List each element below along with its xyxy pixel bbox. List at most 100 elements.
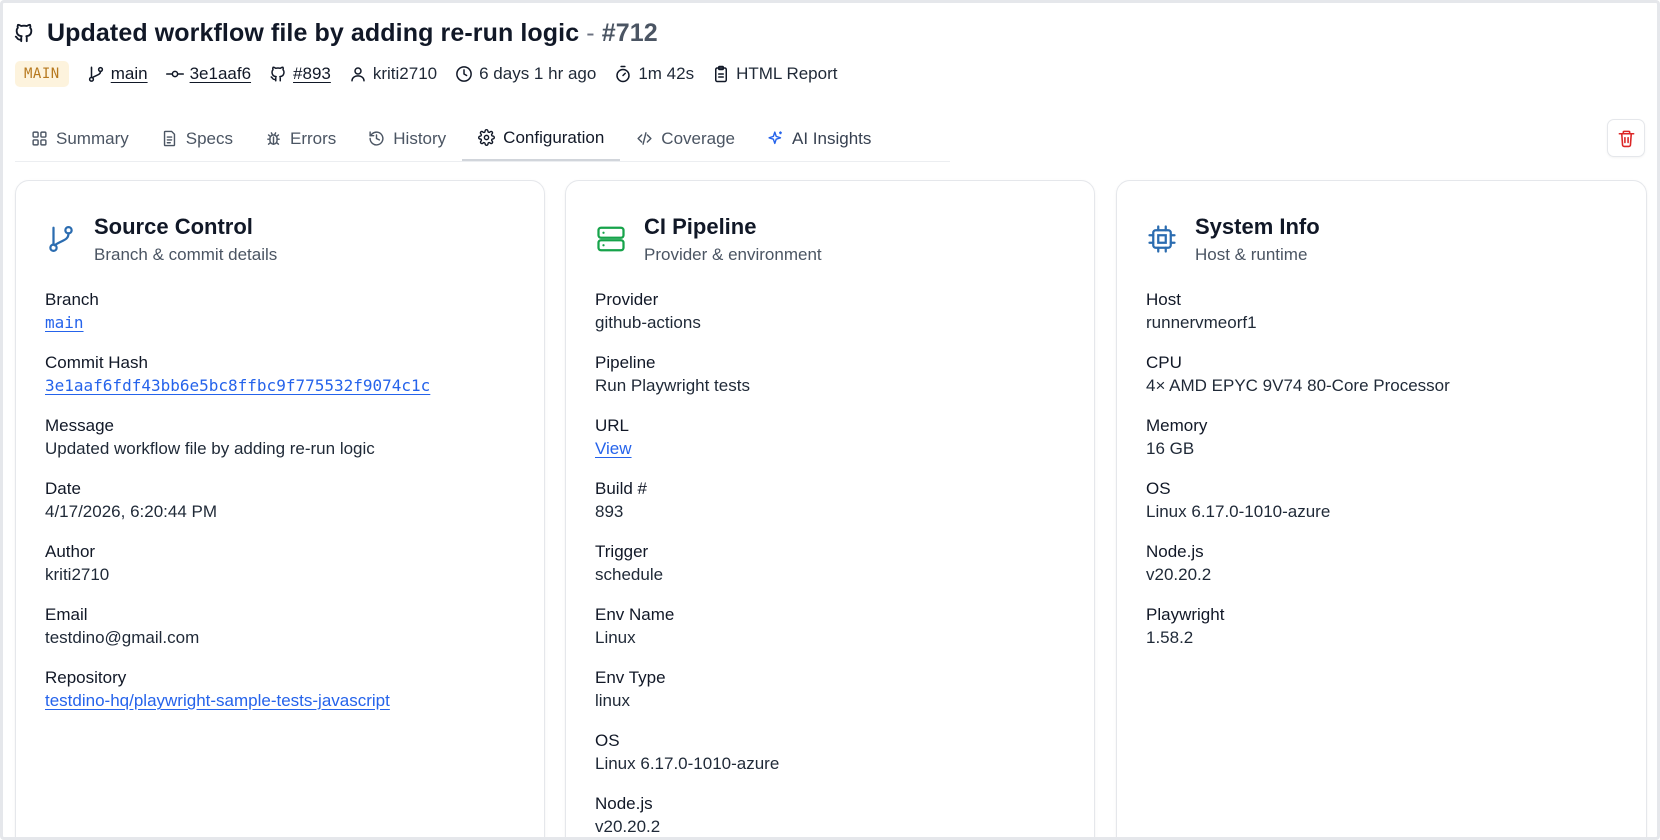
git-commit-icon	[165, 65, 184, 83]
field-value: 3e1aaf6fdf43bb6e5bc8ffbc9f775532f9074c1c	[45, 374, 524, 398]
tab-label: Coverage	[661, 128, 736, 148]
field-list: Host runnervmeorf1 CPU 4× AMD EPYC 9V74 …	[1146, 289, 1626, 667]
field-value: testdino@gmail.com	[45, 628, 200, 647]
meta-branch: main	[87, 64, 148, 84]
bug-icon	[265, 130, 282, 147]
run-number: #712	[601, 18, 658, 47]
meta-build: #893	[269, 64, 331, 84]
tab-coverage[interactable]: Coverage	[620, 116, 751, 161]
meta-commit: 3e1aaf6	[165, 64, 251, 84]
field-label: Trigger	[595, 542, 649, 561]
commit-link[interactable]: 3e1aaf6	[190, 64, 251, 84]
tab-specs[interactable]: Specs	[145, 116, 249, 161]
tab-label: Summary	[56, 128, 129, 148]
field-email: Email testdino@gmail.com	[45, 604, 524, 667]
branch-value-link[interactable]: main	[45, 313, 84, 332]
field-branch: Branch main	[45, 289, 524, 352]
meta-report[interactable]: HTML Report	[712, 64, 837, 84]
field-repository: Repository testdino-hq/playwright-sample…	[45, 667, 524, 730]
field-value: Linux 6.17.0-1010-azure	[1146, 502, 1331, 521]
field-value: main	[45, 311, 524, 335]
field-label: Pipeline	[595, 353, 656, 372]
tab-errors[interactable]: Errors	[249, 116, 352, 161]
delete-button[interactable]	[1607, 119, 1645, 157]
ci-pipeline-card: CI Pipeline Provider & environment Provi…	[565, 180, 1095, 837]
field-playwright: Playwright 1.58.2	[1146, 604, 1626, 667]
field-value: runnervmeorf1	[1146, 313, 1257, 332]
field-value: 4× AMD EPYC 9V74 80-Core Processor	[1146, 376, 1450, 395]
field-provider: Provider github-actions	[595, 289, 1074, 352]
field-value: 16 GB	[1146, 439, 1195, 458]
field-value: kriti2710	[45, 565, 110, 584]
commit-hash-link[interactable]: 3e1aaf6fdf43bb6e5bc8ffbc9f775532f9074c1c	[45, 376, 430, 395]
tab-history[interactable]: History	[352, 116, 462, 161]
file-text-icon	[161, 130, 178, 147]
tab-ai-insights[interactable]: AI Insights	[751, 116, 887, 161]
field-list: Branch main Commit Hash 3e1aaf6fdf43bb6e…	[45, 289, 524, 730]
field-cpu: CPU 4× AMD EPYC 9V74 80-Core Processor	[1146, 352, 1626, 415]
field-label: Author	[45, 542, 96, 561]
card-title: CI Pipeline	[644, 214, 757, 239]
build-link[interactable]: #893	[293, 64, 331, 84]
field-os: OS Linux 6.17.0-1010-azure	[595, 730, 1074, 793]
meta-time: 6 days 1 hr ago	[455, 64, 596, 84]
field-value: Linux	[595, 628, 636, 647]
field-value: v20.20.2	[1146, 565, 1212, 584]
field-memory: Memory 16 GB	[1146, 415, 1626, 478]
tab-configuration[interactable]: Configuration	[462, 116, 621, 161]
field-label: Branch	[45, 290, 99, 309]
tab-label: Errors	[289, 128, 337, 148]
card-title: Source Control	[94, 214, 253, 239]
meta-author: kriti2710	[349, 64, 437, 84]
repository-link[interactable]: testdino-hq/playwright-sample-tests-java…	[45, 691, 390, 710]
view-link[interactable]: View	[595, 439, 632, 458]
field-os: OS Linux 6.17.0-1010-azure	[1146, 478, 1626, 541]
report-link[interactable]: HTML Report	[736, 64, 837, 84]
field-label: Memory	[1146, 416, 1208, 435]
field-label: Env Name	[595, 605, 675, 624]
field-value: Linux 6.17.0-1010-azure	[595, 754, 780, 773]
field-label: URL	[595, 416, 630, 435]
title-row: Updated workflow file by adding re-run l…	[13, 15, 658, 51]
tab-summary[interactable]: Summary	[15, 116, 145, 161]
user-icon	[349, 65, 367, 83]
field-value: linux	[595, 691, 630, 710]
field-label: Email	[45, 605, 88, 624]
title-separator: -	[586, 18, 595, 47]
field-author: Author kriti2710	[45, 541, 524, 604]
tab-label: AI Insights	[792, 128, 872, 148]
field-host: Host runnervmeorf1	[1146, 289, 1626, 352]
title-text: Updated workflow file by adding re-run l…	[47, 18, 580, 47]
branch-link[interactable]: main	[111, 64, 148, 84]
field-value: Updated workflow file by adding re-run l…	[45, 439, 375, 458]
timer-icon	[614, 65, 632, 83]
field-env-type: Env Type linux	[595, 667, 1074, 730]
duration: 1m 42s	[638, 64, 695, 83]
card-header: CI Pipeline Provider & environment	[596, 214, 822, 265]
meta-row: MAIN main 3e1aaf6 #893 kriti2710 6 days …	[15, 59, 837, 89]
field-commit-hash: Commit Hash 3e1aaf6fdf43bb6e5bc8ffbc9f77…	[45, 352, 524, 415]
tab-label: Configuration	[503, 127, 605, 147]
field-trigger: Trigger schedule	[595, 541, 1074, 604]
tab-label: History	[393, 128, 447, 148]
time-ago: 6 days 1 hr ago	[479, 64, 597, 83]
cpu-icon	[1147, 224, 1177, 254]
clipboard-icon	[712, 65, 730, 83]
field-label: Host	[1146, 290, 1181, 309]
field-label: Playwright	[1146, 605, 1225, 624]
field-value: v20.20.2	[595, 817, 661, 836]
page-title: Updated workflow file by adding re-run l…	[47, 19, 658, 48]
field-value: Run Playwright tests	[595, 376, 750, 395]
field-label: Build #	[595, 479, 647, 498]
field-url: URL View	[595, 415, 1074, 478]
grid-icon	[31, 130, 48, 147]
git-branch-icon	[87, 65, 105, 83]
field-label: Repository	[45, 668, 127, 687]
branch-badge: MAIN	[15, 61, 69, 87]
author-name: kriti2710	[372, 64, 438, 83]
field-label: Node.js	[1146, 542, 1204, 561]
field-value: View	[595, 437, 1074, 461]
field-nodejs: Node.js v20.20.2	[595, 793, 1074, 837]
field-label: OS	[595, 731, 620, 750]
system-info-card: System Info Host & runtime Host runnervm…	[1116, 180, 1647, 837]
